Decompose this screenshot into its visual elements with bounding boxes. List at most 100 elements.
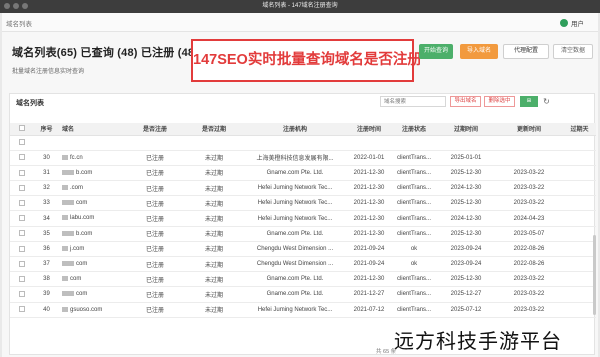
checkbox[interactable] <box>19 291 25 298</box>
row-checkbox[interactable] <box>10 165 34 182</box>
checkbox[interactable] <box>19 139 25 146</box>
table-cell <box>563 150 596 166</box>
user-avatar-icon <box>560 19 568 27</box>
table-cell: 35 <box>34 226 59 242</box>
table-cell: 2021-12-30 <box>347 226 391 242</box>
checkbox[interactable] <box>19 230 25 237</box>
redacted-block <box>62 261 74 267</box>
checkbox[interactable] <box>19 154 25 161</box>
table-cell: clientTrans... <box>391 165 437 182</box>
export-domains-button[interactable]: 导出域名 <box>450 96 481 107</box>
table-cell: 37 <box>34 256 59 273</box>
table-cell: 2023-05-07 <box>495 226 563 242</box>
table-row[interactable]: 35 b.com 已注册 未过期 Gname.com Pte. Ltd. 2021-12-… <box>10 226 596 242</box>
refresh-icon[interactable]: ↻ <box>542 97 551 106</box>
table-cell <box>243 135 347 151</box>
row-checkbox[interactable] <box>10 256 34 273</box>
table-cell: clientTrans... <box>391 150 437 166</box>
row-checkbox[interactable] <box>10 226 34 242</box>
checkbox[interactable] <box>19 215 25 222</box>
row-checkbox[interactable] <box>10 286 34 303</box>
table-row[interactable]: 36 j.com 已注册 未过期 Chengdu West Dimension ... 2… <box>10 241 596 258</box>
row-checkbox[interactable] <box>10 195 34 212</box>
checkbox[interactable] <box>19 245 25 252</box>
table-cell: 已注册 <box>125 210 185 227</box>
table-cell: 2025-01-01 <box>437 150 495 166</box>
table-row[interactable]: 38 com 已注册 未过期 Gname.com Pte. Ltd. 2021-12-30… <box>10 271 596 288</box>
checkbox[interactable] <box>19 169 25 176</box>
domain-text: labu.com <box>70 215 95 222</box>
table-cell: 34 <box>34 210 59 227</box>
row-checkbox[interactable] <box>10 302 34 318</box>
table-row[interactable] <box>10 135 596 151</box>
table-cell: clientTrans... <box>391 195 437 212</box>
checkbox[interactable] <box>19 260 25 267</box>
user-menu[interactable]: 用户 <box>560 18 584 28</box>
maximize-icon[interactable] <box>22 3 28 9</box>
select-all-checkbox[interactable] <box>10 123 34 136</box>
table-cell <box>185 135 243 151</box>
table-cell: clientTrans... <box>391 210 437 227</box>
table-cell: Gname.com Pte. Ltd. <box>243 226 347 242</box>
checkbox[interactable] <box>19 125 25 132</box>
proxy-config-button[interactable]: 代理配置 <box>503 44 549 59</box>
table-row[interactable]: 39 com 已注册 未过期 Gname.com Pte. Ltd. 2021-12-27… <box>10 286 596 303</box>
table-row[interactable]: 37 com 已注册 未过期 Chengdu West Dimension ... 202… <box>10 256 596 273</box>
clear-data-button[interactable]: 清空数据 <box>553 44 593 59</box>
domain-cell: com <box>59 271 125 288</box>
minimize-icon[interactable] <box>13 3 19 9</box>
checkbox[interactable] <box>19 306 25 313</box>
domain-cell: com <box>59 195 125 212</box>
table-cell: 未过期 <box>185 226 243 242</box>
domain-text: b.com <box>76 230 93 237</box>
table-cell <box>125 135 185 151</box>
table-cell: Gname.com Pte. Ltd. <box>243 165 347 182</box>
table-row[interactable]: 34 labu.com 已注册 未过期 Hefei Juming Network Tec… <box>10 210 596 227</box>
domain-text: .com <box>70 185 84 192</box>
redacted-block <box>62 185 68 191</box>
row-checkbox[interactable] <box>10 210 34 227</box>
table-cell: 已注册 <box>125 302 185 318</box>
table-cell: 未过期 <box>185 150 243 166</box>
row-checkbox[interactable] <box>10 180 34 197</box>
table-cell: clientTrans... <box>391 302 437 318</box>
table-cell: 未过期 <box>185 180 243 197</box>
table-cell: 未过期 <box>185 165 243 182</box>
domain-text: com <box>70 276 82 283</box>
table-cell: 36 <box>34 241 59 258</box>
row-checkbox[interactable] <box>10 241 34 258</box>
table-cell <box>563 256 596 273</box>
promo-banner-text: 147SEO实时批量查询域名是否注册 <box>193 52 422 68</box>
checkbox[interactable] <box>19 275 25 282</box>
table-cell <box>563 271 596 288</box>
table-row[interactable]: 33 com 已注册 未过期 Hefei Juming Network Tec... 20… <box>10 195 596 212</box>
window-controls[interactable] <box>4 3 28 9</box>
delete-selected-button[interactable]: 删除选中 <box>484 96 515 107</box>
column-header: 是否注册 <box>125 123 185 136</box>
checkbox[interactable] <box>19 184 25 191</box>
row-checkbox[interactable] <box>10 271 34 288</box>
domain-cell: b.com <box>59 165 125 182</box>
domain-search-input[interactable] <box>380 96 446 107</box>
checkbox[interactable] <box>19 200 25 207</box>
table-cell <box>563 135 596 151</box>
row-checkbox[interactable] <box>10 150 34 166</box>
table-row[interactable]: 31 b.com 已注册 未过期 Gname.com Pte. Ltd. 2021-12-… <box>10 165 596 182</box>
start-query-button[interactable]: 开始查询 <box>419 44 453 59</box>
table-cell: Gname.com Pte. Ltd. <box>243 286 347 303</box>
close-icon[interactable] <box>4 3 10 9</box>
table-row[interactable]: 30 fc.cn 已注册 未过期 上海美橙科技信息发展有限... 2022-01-01 cl… <box>10 150 596 166</box>
table-cell: 31 <box>34 165 59 182</box>
table-row[interactable]: 32 .com 已注册 未过期 Hefei Juming Network Tec... 2… <box>10 180 596 197</box>
row-checkbox[interactable] <box>10 135 34 151</box>
table-row[interactable]: 40 gsuoso.com 已注册 未过期 Hefei Juming Network T… <box>10 302 596 318</box>
import-domains-button[interactable]: 导入域名 <box>460 44 498 59</box>
table-cell: 2024-12-30 <box>437 210 495 227</box>
table-scrollbar[interactable] <box>593 235 596 315</box>
table-cell: 2023-09-24 <box>437 241 495 258</box>
window-title: 域名列表 - 147域名注册查询 <box>262 3 338 9</box>
add-button[interactable]: ⊞ <box>520 96 538 107</box>
domain-cell: b.com <box>59 226 125 242</box>
domain-cell: com <box>59 286 125 303</box>
column-header: 注册状态 <box>391 123 437 136</box>
